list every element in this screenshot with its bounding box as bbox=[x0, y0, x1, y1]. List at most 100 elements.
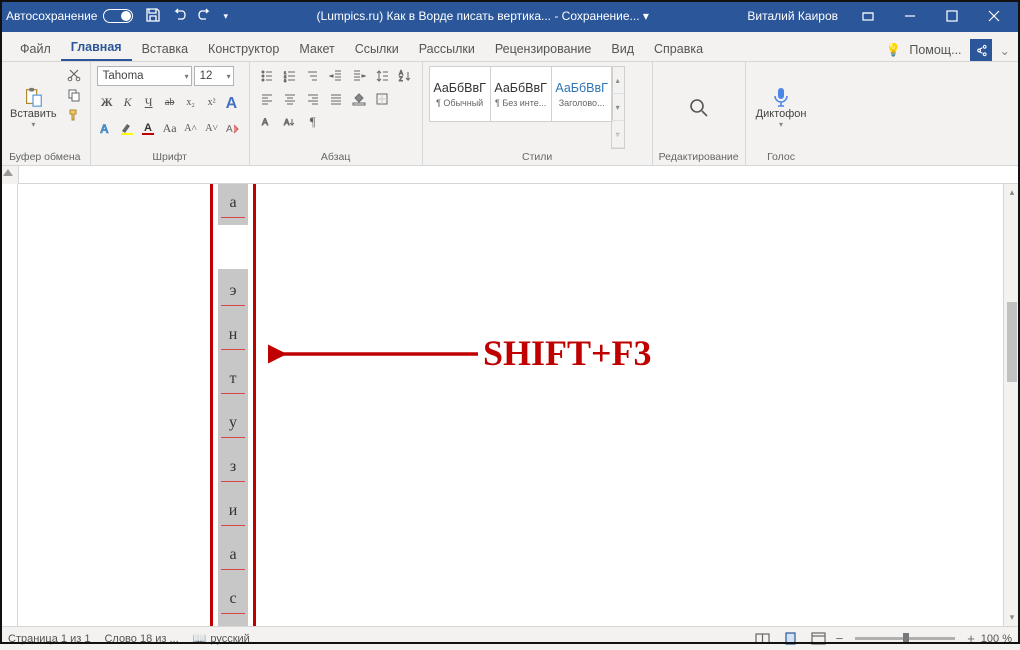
dictate-button[interactable]: Диктофон ▾ bbox=[752, 84, 811, 131]
tab-insert[interactable]: Вставка bbox=[132, 36, 198, 61]
collapse-ribbon-icon[interactable]: ⌄ bbox=[1000, 43, 1010, 58]
bullets-icon[interactable] bbox=[256, 66, 278, 86]
font-size-combo[interactable]: 12▾ bbox=[194, 66, 234, 86]
style-heading1-label: Заголово... bbox=[559, 98, 605, 108]
pilcrow-icon[interactable]: ¶ bbox=[302, 112, 324, 132]
undo-icon[interactable] bbox=[171, 7, 187, 26]
save-icon[interactable] bbox=[145, 7, 161, 26]
tell-me-icon[interactable]: 💡 bbox=[886, 43, 902, 58]
tab-home[interactable]: Главная bbox=[61, 34, 132, 61]
horizontal-ruler[interactable] bbox=[0, 166, 1020, 184]
tab-mailings[interactable]: Рассылки bbox=[409, 36, 485, 61]
maximize-icon[interactable] bbox=[932, 2, 972, 30]
shrink-font-button[interactable]: A˅ bbox=[202, 118, 222, 138]
subscript-button[interactable]: x₂ bbox=[181, 92, 201, 112]
tab-review[interactable]: Рецензирование bbox=[485, 36, 602, 61]
paste-button[interactable]: Вставить ▾ bbox=[6, 66, 61, 149]
read-mode-icon[interactable] bbox=[752, 630, 774, 648]
clear-format-icon[interactable]: A bbox=[223, 118, 243, 138]
language-indicator[interactable]: русский bbox=[210, 633, 249, 645]
ribbon-display-icon[interactable] bbox=[848, 2, 888, 30]
text-direction-icon[interactable]: A bbox=[279, 112, 301, 132]
find-button[interactable] bbox=[684, 95, 714, 121]
grow-font-button[interactable]: A˄ bbox=[181, 118, 201, 138]
superscript-button[interactable]: x² bbox=[202, 92, 222, 112]
underline-button[interactable]: Ч bbox=[139, 92, 159, 112]
tab-layout[interactable]: Макет bbox=[289, 36, 344, 61]
autosave-toggle[interactable] bbox=[103, 9, 133, 23]
tab-view[interactable]: Вид bbox=[601, 36, 644, 61]
align-center-icon[interactable] bbox=[279, 89, 301, 109]
voice-group-label: Голос bbox=[752, 149, 811, 163]
clipboard-group-label: Буфер обмена bbox=[6, 149, 84, 163]
change-case-button[interactable]: Aa bbox=[160, 118, 180, 138]
sort-icon[interactable]: AZ bbox=[394, 66, 416, 86]
borders-icon[interactable] bbox=[371, 89, 393, 109]
svg-text:A: A bbox=[262, 117, 268, 127]
copy-icon[interactable] bbox=[64, 86, 84, 104]
tab-design[interactable]: Конструктор bbox=[198, 36, 289, 61]
scroll-up-icon[interactable]: ▴ bbox=[1004, 184, 1020, 201]
page-indicator[interactable]: Страница 1 из 1 bbox=[8, 633, 90, 645]
style-normal[interactable]: АаБбВвГ¶ Обычный bbox=[429, 66, 491, 122]
styles-gallery-scroll[interactable]: ▴▾▿ bbox=[611, 66, 625, 149]
scroll-down-icon[interactable]: ▾ bbox=[1004, 609, 1020, 626]
vertical-ruler[interactable] bbox=[0, 184, 18, 626]
style-no-spacing[interactable]: АаБбВвГ¶ Без инте... bbox=[490, 66, 552, 122]
vertical-scrollbar[interactable]: ▴ ▾ bbox=[1003, 184, 1020, 626]
spellcheck-icon[interactable]: 📖 bbox=[193, 632, 207, 645]
align-right-icon[interactable] bbox=[302, 89, 324, 109]
justify-icon[interactable] bbox=[325, 89, 347, 109]
bold-button[interactable]: Ж bbox=[97, 92, 117, 112]
close-icon[interactable] bbox=[974, 2, 1014, 30]
indent-left-icon[interactable] bbox=[325, 66, 347, 86]
minimize-icon[interactable] bbox=[890, 2, 930, 30]
print-layout-icon[interactable] bbox=[780, 630, 802, 648]
font-color-button[interactable]: A bbox=[139, 118, 159, 138]
multilevel-icon[interactable] bbox=[302, 66, 324, 86]
indent-right-icon[interactable] bbox=[348, 66, 370, 86]
tell-me-label[interactable]: Помощ... bbox=[909, 43, 961, 57]
autosave-control[interactable]: Автосохранение bbox=[6, 9, 133, 23]
group-font: Tahoma▾ 12▾ Ж К Ч ab x₂ x² A A A Aa A˄ A… bbox=[91, 62, 250, 165]
word-count[interactable]: Слово 18 из ... bbox=[104, 633, 178, 645]
strike-button[interactable]: ab bbox=[160, 92, 180, 112]
style-heading1[interactable]: АаБбВвГЗаголово... bbox=[551, 66, 613, 122]
share-button[interactable] bbox=[970, 39, 992, 61]
titlebar: Автосохранение ▾ (Lumpics.ru) Как в Ворд… bbox=[0, 0, 1020, 32]
tab-references[interactable]: Ссылки bbox=[345, 36, 409, 61]
redo-icon[interactable] bbox=[197, 7, 213, 26]
group-styles: АаБбВвГ¶ Обычный АаБбВвГ¶ Без инте... Аа… bbox=[423, 62, 653, 165]
zoom-level[interactable]: 100 % bbox=[981, 633, 1012, 645]
tab-help[interactable]: Справка bbox=[644, 36, 713, 61]
numbering-icon[interactable]: 123 bbox=[279, 66, 301, 86]
text-effects-button[interactable]: A bbox=[97, 118, 117, 138]
page[interactable]: а э н т у з и а с т о в SHIFT+F3 bbox=[18, 184, 1003, 626]
zoom-slider[interactable] bbox=[855, 637, 955, 640]
italic-button[interactable]: К bbox=[118, 92, 138, 112]
svg-text:A: A bbox=[144, 122, 152, 134]
annotation-text: SHIFT+F3 bbox=[483, 332, 652, 374]
format-painter-icon[interactable] bbox=[64, 106, 84, 124]
sort-az-icon[interactable]: A bbox=[256, 112, 278, 132]
svg-text:3: 3 bbox=[284, 78, 287, 83]
group-paragraph: 123 AZ A A ¶ Абзац bbox=[250, 62, 423, 165]
web-layout-icon[interactable] bbox=[808, 630, 830, 648]
align-left-icon[interactable] bbox=[256, 89, 278, 109]
shading-icon[interactable] bbox=[348, 89, 370, 109]
font-name-combo[interactable]: Tahoma▾ bbox=[97, 66, 192, 86]
line-spacing-icon[interactable] bbox=[371, 66, 393, 86]
quick-access-toolbar: ▾ bbox=[145, 7, 228, 26]
svg-text:A: A bbox=[100, 122, 109, 136]
statusbar: Страница 1 из 1 Слово 18 из ... 📖 русски… bbox=[0, 626, 1020, 650]
autosave-label: Автосохранение bbox=[6, 9, 97, 23]
user-name[interactable]: Виталий Каиров bbox=[747, 9, 838, 23]
annotation-arrow bbox=[268, 342, 488, 366]
group-voice: Диктофон ▾ Голос bbox=[746, 62, 817, 165]
style-normal-label: ¶ Обычный bbox=[436, 98, 483, 108]
text-effects-icon[interactable]: A bbox=[223, 92, 243, 112]
scroll-thumb[interactable] bbox=[1007, 302, 1017, 382]
highlight-button[interactable] bbox=[118, 118, 138, 138]
cut-icon[interactable] bbox=[64, 66, 84, 84]
tab-file[interactable]: Файл bbox=[10, 36, 61, 61]
